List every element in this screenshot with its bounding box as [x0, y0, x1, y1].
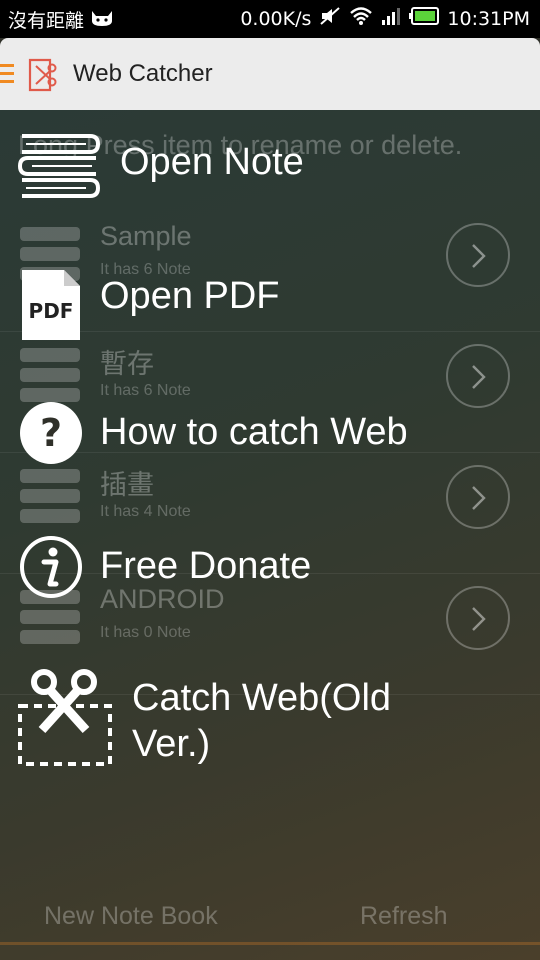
drawer-item-open-note[interactable]: Open Note	[0, 128, 540, 228]
pdf-icon-text: PDF	[29, 299, 74, 323]
how-to-catch-web-label: How to catch Web	[100, 411, 408, 453]
catch-web-old-label: Catch Web(Old Ver.)	[132, 676, 391, 767]
clock: 10:31PM	[447, 7, 530, 30]
drawer-item-open-pdf[interactable]: PDF Open PDF	[0, 264, 540, 364]
open-pdf-label: Open PDF	[100, 275, 280, 317]
bottom-bar: New Note Book Refresh	[0, 880, 540, 960]
open-note-label: Open Note	[120, 141, 304, 183]
refresh-button[interactable]: Refresh	[360, 902, 448, 931]
pdf-icon: PDF	[20, 268, 82, 346]
status-right: 0.00K/s 10:31PM	[240, 6, 530, 31]
network-speed: 0.00K/s	[240, 7, 312, 30]
new-note-book-button[interactable]: New Note Book	[44, 902, 218, 931]
drawer-item-how-to[interactable]: ? How to catch Web	[0, 398, 540, 498]
question-icon: ?	[18, 400, 84, 470]
wifi-icon	[349, 6, 373, 31]
scissors-logo-icon	[26, 58, 60, 92]
carrier-label: 沒有距離	[8, 10, 85, 32]
app-bar: Web Catcher	[0, 38, 540, 110]
catch-web-old-label-line2: Ver.)	[132, 722, 211, 765]
cat-icon	[90, 7, 114, 32]
battery-icon	[409, 7, 440, 30]
free-donate-label: Free Donate	[100, 545, 312, 587]
info-icon	[18, 534, 84, 604]
scissors-crop-icon	[16, 668, 116, 772]
bottom-divider	[0, 942, 540, 945]
menu-icon[interactable]	[0, 64, 14, 84]
drawer-item-catch-web-old[interactable]: Catch Web(Old Ver.)	[0, 666, 540, 776]
status-left: 沒有距離	[8, 6, 114, 33]
status-bar: 沒有距離 0.00K/s 10:31PM	[0, 0, 540, 38]
mute-icon	[319, 6, 341, 31]
catch-web-old-label-line1: Catch Web(Old	[132, 677, 392, 719]
drawer-item-free-donate[interactable]: Free Donate	[0, 532, 540, 632]
books-icon	[16, 132, 102, 204]
signal-icon	[381, 6, 401, 31]
app-title: Web Catcher	[73, 60, 213, 87]
drawer-menu: Open Note PDF Open PDF ? How to catch We…	[0, 110, 540, 810]
svg-text:?: ?	[40, 411, 62, 455]
